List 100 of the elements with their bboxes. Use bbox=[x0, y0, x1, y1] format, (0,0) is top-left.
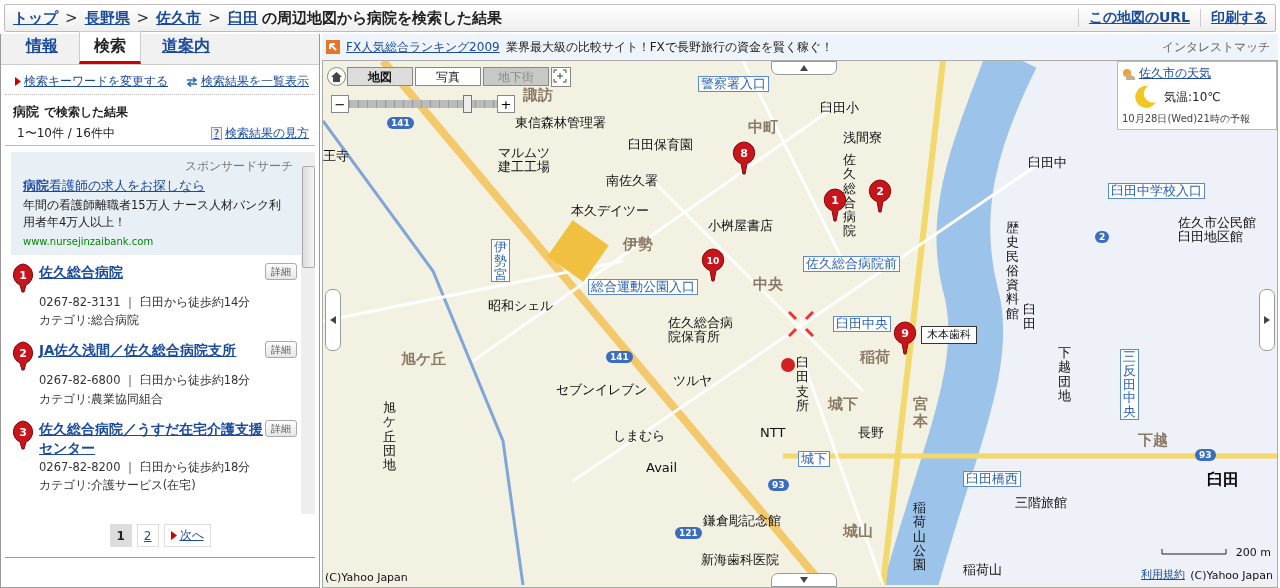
forecast-time: 10月28日(Wed)21時の予報 bbox=[1122, 112, 1251, 126]
area-label: 伊勢 bbox=[623, 236, 653, 253]
crosshair-icon bbox=[788, 311, 814, 337]
area-label: 宮本 bbox=[913, 396, 928, 429]
breadcrumb-link[interactable]: トップ bbox=[13, 8, 58, 28]
map-mode-tab[interactable]: 写真 bbox=[415, 67, 481, 86]
zoom-thumb[interactable] bbox=[463, 95, 473, 113]
area-label: 中央 bbox=[753, 276, 783, 293]
place-label: 鎌倉彫記念館 bbox=[703, 514, 781, 529]
ad-title-link[interactable]: 病院看護師の求人をお探しなら bbox=[23, 177, 293, 195]
intersection-label: 伊勢宮 bbox=[491, 239, 510, 283]
pan-left-handle[interactable] bbox=[325, 289, 341, 351]
detail-button[interactable]: 詳細 bbox=[265, 262, 297, 280]
result-name-link[interactable]: 佐久総合病院 bbox=[39, 262, 263, 293]
area-label: 中町 bbox=[748, 119, 778, 136]
place-label: 新海歯科医院 bbox=[701, 553, 779, 568]
place-label: セブンイレブン bbox=[556, 383, 647, 398]
place-label: 南佐久署 bbox=[606, 174, 658, 189]
breadcrumb-link[interactable]: 臼田 bbox=[227, 8, 258, 28]
result-contact: 0267-82-6800 ｜ 臼田から徒歩約18分 bbox=[39, 372, 252, 390]
weather-icon bbox=[1122, 66, 1136, 81]
intersection-label: 臼田中学校入口 bbox=[1108, 183, 1205, 199]
caret-icon bbox=[800, 577, 808, 583]
pagination-link[interactable]: 1 bbox=[109, 524, 132, 547]
detail-button[interactable]: 詳細 bbox=[265, 420, 297, 438]
location-dot-icon bbox=[780, 357, 796, 373]
pan-down-handle[interactable] bbox=[771, 573, 837, 587]
callout-label: 木本歯科 bbox=[921, 326, 977, 345]
map-mode-tab[interactable]: 地図 bbox=[347, 67, 413, 86]
result-name-link[interactable]: JA佐久浅間／佐久総合病院支所 bbox=[39, 341, 263, 372]
intersection-label: 臼田橋西 bbox=[963, 471, 1021, 487]
ad-description: 年間の看護師離職者15万人 ナース人材バンク利用者年4万人以上！ bbox=[23, 197, 283, 232]
zoom-in-button[interactable]: + bbox=[497, 95, 515, 113]
breadcrumb-link[interactable]: 佐久市 bbox=[156, 8, 202, 28]
page-title: の周辺地図から病院を検索した結果 bbox=[261, 8, 502, 28]
change-keyword-link[interactable]: 検索キーワードを変更する bbox=[15, 73, 168, 90]
temperature: 気温:10℃ bbox=[1164, 88, 1221, 106]
breadcrumb-separator: > bbox=[135, 9, 151, 27]
panel-tab[interactable]: 道案内 bbox=[147, 31, 225, 64]
place-label: 稲荷山 bbox=[963, 563, 1002, 578]
place-label: 臼田 bbox=[1023, 303, 1036, 332]
header-link[interactable]: この地図のURL bbox=[1077, 9, 1190, 27]
panel-tab[interactable]: 情報 bbox=[11, 31, 73, 64]
ad-url: www.nursejinzaibank.com bbox=[23, 235, 155, 247]
place-label: 東信森林管理署 bbox=[515, 116, 606, 131]
place-label: 臼田支所 bbox=[796, 356, 809, 414]
result-contact: 0267-82-8200 ｜ 臼田から徒歩約18分 bbox=[39, 458, 252, 476]
area-label: 城山 bbox=[843, 523, 873, 540]
caret-icon bbox=[1264, 316, 1270, 324]
place-label: ツルヤ bbox=[673, 374, 712, 389]
place-label: 小桝屋書店 bbox=[708, 219, 773, 234]
intersection-label: 警察署入口 bbox=[698, 76, 769, 92]
weather-link[interactable]: 佐久市の天気 bbox=[1139, 65, 1211, 82]
ad-text: 業界最大級の比較サイト！FXで長野旅行の資金を賢く稼ぐ！ bbox=[505, 38, 833, 56]
terms-link[interactable]: 利用規約 bbox=[1141, 567, 1185, 582]
area-label: 下越 bbox=[1138, 432, 1168, 449]
breadcrumb-link[interactable]: 長野県 bbox=[84, 8, 130, 28]
intersection-label: 臼田中央 bbox=[833, 316, 891, 332]
pagination-link[interactable]: 2 bbox=[136, 524, 159, 547]
place-label: 佐久市公民館臼田地区館 bbox=[1178, 216, 1257, 245]
place-label: 昭和シェル bbox=[488, 299, 553, 314]
map-pin-icon[interactable]: 10 bbox=[701, 248, 725, 282]
scale-label: 200 m bbox=[1235, 546, 1271, 559]
place-label: しまむら bbox=[613, 429, 665, 444]
map-pin-icon[interactable]: 8 bbox=[732, 141, 756, 175]
scale-bar-icon bbox=[1161, 549, 1227, 555]
home-icon bbox=[331, 71, 342, 82]
header-link[interactable]: 印刷する bbox=[1200, 9, 1267, 27]
place-label: 臼田小 bbox=[820, 101, 859, 116]
result-count: 1〜10件 / 16件中 bbox=[17, 125, 115, 142]
place-label: 稲荷山公園 bbox=[913, 501, 926, 573]
scrollbar[interactable] bbox=[301, 152, 315, 514]
pan-right-handle[interactable] bbox=[1259, 289, 1275, 351]
area-label: 旭ケ丘 bbox=[401, 351, 446, 368]
result-name-link[interactable]: 佐久総合病院／うすだ在宅介護支援センター bbox=[39, 420, 263, 458]
place-label: 王寺 bbox=[323, 149, 349, 164]
place-label: 下越団地 bbox=[1058, 346, 1071, 404]
map-pin-icon[interactable]: 9 bbox=[893, 321, 917, 355]
result-category: カテゴリ:総合病院 bbox=[39, 311, 140, 329]
result-marker-icon: 2 bbox=[11, 341, 35, 372]
detail-button[interactable]: 詳細 bbox=[265, 341, 297, 359]
pan-up-handle[interactable] bbox=[771, 61, 837, 75]
pagination-link[interactable]: 次へ bbox=[163, 524, 211, 547]
home-button[interactable] bbox=[327, 67, 346, 86]
route-shield: 93 bbox=[768, 479, 789, 491]
place-label: 浅間寮 bbox=[843, 131, 882, 146]
ad-link[interactable]: FX人気総合ランキング2009 bbox=[346, 38, 500, 56]
help-link[interactable]: ? 検索結果の見方 bbox=[210, 125, 309, 142]
intersection-label: 佐久総合病院前 bbox=[803, 256, 900, 272]
triangle-icon bbox=[15, 77, 21, 86]
map-copyright: (C)Yahoo Japan bbox=[325, 571, 408, 584]
route-shield: 141 bbox=[606, 351, 633, 363]
area-label: 稲荷 bbox=[860, 349, 890, 366]
result-heading: 病院 で検索した結果 bbox=[12, 103, 129, 121]
swap-arrows-icon bbox=[186, 76, 198, 87]
fullscreen-button[interactable] bbox=[551, 67, 571, 87]
panel-tab[interactable]: 検索 bbox=[79, 31, 141, 64]
map-pin-icon[interactable]: 2 bbox=[868, 179, 892, 213]
zoom-out-button[interactable]: − bbox=[331, 95, 349, 113]
list-view-link[interactable]: 検索結果を一覧表示 bbox=[186, 73, 309, 90]
